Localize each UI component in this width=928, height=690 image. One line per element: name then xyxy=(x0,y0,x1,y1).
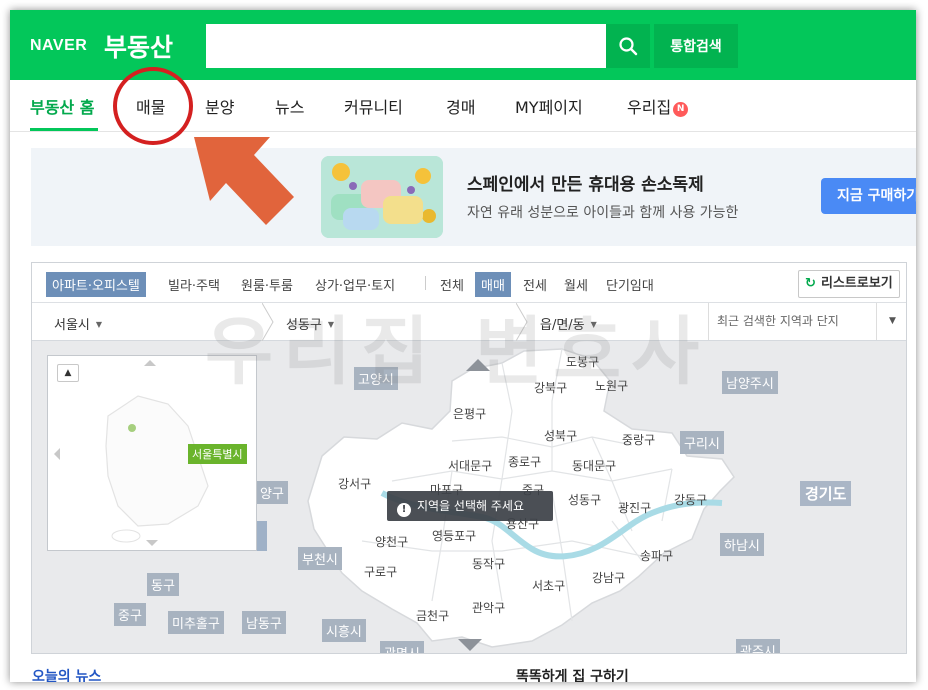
nav-item-home[interactable]: 부동산 홈 xyxy=(30,94,94,118)
filter-deal-sale[interactable]: 매매 xyxy=(475,272,511,297)
district-label-geumcheon[interactable]: 금천구 xyxy=(416,607,449,624)
chevron-down-icon: ▼ xyxy=(590,320,597,329)
district-label-gangdong[interactable]: 강동구 xyxy=(674,491,707,508)
bottom-section-headings: 오늘의 뉴스 똑똑하게 집 구하기 xyxy=(10,666,916,682)
place-label-gyeonggi[interactable]: 경기도 xyxy=(800,481,852,506)
ad-product-image[interactable] xyxy=(321,156,443,238)
city-select[interactable]: 서울시 ▼ xyxy=(54,314,102,333)
breadcrumb-chevron-icon xyxy=(262,303,274,341)
ad-title[interactable]: 스페인에서 만든 휴대용 손소독제 xyxy=(467,170,704,195)
region-map[interactable]: 도봉구 노원구 강북구 은평구 성북구 중랑구 종로구 서대문구 동대문구 강서… xyxy=(32,341,906,653)
smart-home-search-heading[interactable]: 똑똑하게 집 구하기 xyxy=(516,666,629,682)
nav-item-our-home-label: 우리집 xyxy=(627,98,672,117)
total-search-button[interactable]: 통합검색 xyxy=(654,24,738,68)
district-label-gangseo[interactable]: 강서구 xyxy=(338,475,371,492)
place-label-gwangmyeong[interactable]: 광명시 xyxy=(380,641,424,653)
district-label: 성동구 xyxy=(286,318,322,333)
today-news-heading[interactable]: 오늘의 뉴스 xyxy=(32,666,101,682)
select-region-tooltip-text: 지역을 선택해 주세요 xyxy=(417,499,524,513)
district-label-seongbuk[interactable]: 성북구 xyxy=(544,427,577,444)
district-label-eunpyeong[interactable]: 은평구 xyxy=(453,405,486,422)
district-label-dongdaemun[interactable]: 동대문구 xyxy=(572,457,616,474)
place-label-bucheon[interactable]: 부천시 xyxy=(298,547,342,570)
place-label-dong-gu[interactable]: 동구 xyxy=(147,573,179,596)
filter-deal-short-term[interactable]: 단기임대 xyxy=(606,275,654,294)
district-label-yangcheon[interactable]: 양천구 xyxy=(375,533,408,550)
list-view-button[interactable]: ↻ 리스트로보기 xyxy=(798,270,900,298)
nav-item-presale[interactable]: 분양 xyxy=(205,94,234,118)
browser-frame: NAVER 부동산 통합검색 부동산 홈 매물 분양 뉴스 커뮤니티 경매 MY… xyxy=(10,10,916,682)
district-label-seongdong[interactable]: 성동구 xyxy=(568,491,601,508)
location-selector-bar: 서울시 ▼ 성동구 ▼ 읍/면/동 ▼ 최근 검색한 지역과 단지 ▼ xyxy=(32,303,906,341)
filter-apartment-officetel[interactable]: 아파트·오피스텔 xyxy=(46,272,146,297)
nav-item-auction[interactable]: 경매 xyxy=(446,94,475,118)
ad-buy-button[interactable]: 지금 구매하기 xyxy=(821,178,916,214)
search-icon xyxy=(619,37,638,56)
filter-deal-monthly[interactable]: 월세 xyxy=(564,275,588,294)
neighborhood-select[interactable]: 읍/면/동 ▼ xyxy=(540,314,597,333)
district-label-gangbuk[interactable]: 강북구 xyxy=(534,379,567,396)
district-label-gwangjin[interactable]: 광진구 xyxy=(618,499,651,516)
place-label-gwangju[interactable]: 광주시 xyxy=(736,639,780,653)
district-select[interactable]: 성동구 ▼ xyxy=(286,314,334,333)
district-label-jungnang[interactable]: 중랑구 xyxy=(622,431,655,448)
chevron-down-icon: ▼ xyxy=(95,320,103,329)
list-view-label: 리스트로보기 xyxy=(821,276,893,291)
district-label-gangnam[interactable]: 강남구 xyxy=(592,569,625,586)
property-filter-bar: 아파트·오피스텔 빌라·주택 원룸·투룸 상가·업무·토지 전체 매매 전세 월… xyxy=(32,263,906,303)
district-label-seocho[interactable]: 서초구 xyxy=(532,577,565,594)
recent-search-field[interactable]: 최근 검색한 지역과 단지 xyxy=(708,303,876,340)
chevron-down-icon: ▼ xyxy=(327,320,335,329)
nav-item-community[interactable]: 커뮤니티 xyxy=(344,94,403,118)
place-label-namdong[interactable]: 남동구 xyxy=(242,611,286,634)
place-label-michuhol[interactable]: 미추홀구 xyxy=(168,611,224,634)
district-label-nowon[interactable]: 노원구 xyxy=(595,377,628,394)
district-label-jongno[interactable]: 종로구 xyxy=(508,453,541,470)
nav-item-mypage[interactable]: MY페이지 xyxy=(515,94,583,118)
naver-logo[interactable]: NAVER xyxy=(30,37,87,55)
minimap-region-label[interactable]: 서울특별시 xyxy=(188,444,247,464)
chevron-down-icon: ▼ xyxy=(889,316,896,326)
search-button[interactable] xyxy=(606,24,650,68)
map-search-module: 아파트·오피스텔 빌라·주택 원룸·투룸 상가·업무·토지 전체 매매 전세 월… xyxy=(31,262,907,654)
filter-commercial-land[interactable]: 상가·업무·토지 xyxy=(315,275,395,294)
district-label-yeongdeungpo[interactable]: 영등포구 xyxy=(432,527,476,544)
filter-divider xyxy=(425,276,426,290)
active-tab-underline xyxy=(30,128,98,131)
filter-deal-jeonse[interactable]: 전세 xyxy=(523,275,547,294)
info-icon: ! xyxy=(397,503,411,517)
district-label-gwanak[interactable]: 관악구 xyxy=(472,599,505,616)
filter-deal-all[interactable]: 전체 xyxy=(440,275,464,294)
breadcrumb-chevron-icon xyxy=(516,303,528,341)
district-label-dongjak[interactable]: 동작구 xyxy=(472,555,505,572)
district-label-songpa[interactable]: 송파구 xyxy=(640,547,673,564)
place-label-siheung[interactable]: 시흥시 xyxy=(322,619,366,642)
filter-oneroom-tworoom[interactable]: 원룸·투룸 xyxy=(241,275,293,294)
place-label-namyangju[interactable]: 남양주시 xyxy=(722,371,778,394)
filter-villa-house[interactable]: 빌라·주택 xyxy=(168,275,220,294)
korea-minimap[interactable]: ▲ 서울특별시 xyxy=(47,355,257,551)
refresh-icon: ↻ xyxy=(805,276,816,291)
select-region-tooltip: ! 지역을 선택해 주세요 xyxy=(387,491,553,521)
district-label-seodaemun[interactable]: 서대문구 xyxy=(448,457,492,474)
search-input[interactable] xyxy=(206,24,606,68)
district-label-guro[interactable]: 구로구 xyxy=(364,563,397,580)
city-label: 서울시 xyxy=(54,318,90,333)
place-label-guri[interactable]: 구리시 xyxy=(680,431,724,454)
recent-search-dropdown[interactable]: ▼ xyxy=(876,303,906,340)
ad-description: 자연 유래 성분으로 아이들과 함께 사용 가능한 xyxy=(467,205,739,221)
ad-banner[interactable]: 스페인에서 만든 휴대용 손소독제 자연 유래 성분으로 아이들과 함께 사용 … xyxy=(31,148,916,246)
district-label-dobong[interactable]: 도봉구 xyxy=(566,353,599,370)
highlight-circle-annotation xyxy=(113,67,193,145)
nav-item-our-home[interactable]: 우리집 N xyxy=(627,94,689,118)
place-label-gimpo-edge[interactable]: 양구 xyxy=(256,481,288,504)
neighborhood-label: 읍/면/동 xyxy=(540,318,585,333)
new-badge: N xyxy=(673,102,689,117)
nav-item-news[interactable]: 뉴스 xyxy=(275,94,304,118)
place-label-goyang[interactable]: 고양시 xyxy=(354,367,398,390)
place-label-hanam[interactable]: 하남시 xyxy=(720,533,764,556)
arrow-annotation-icon xyxy=(194,137,294,225)
service-logo[interactable]: 부동산 xyxy=(104,28,173,64)
place-label-jung-gu[interactable]: 중구 xyxy=(114,603,146,626)
